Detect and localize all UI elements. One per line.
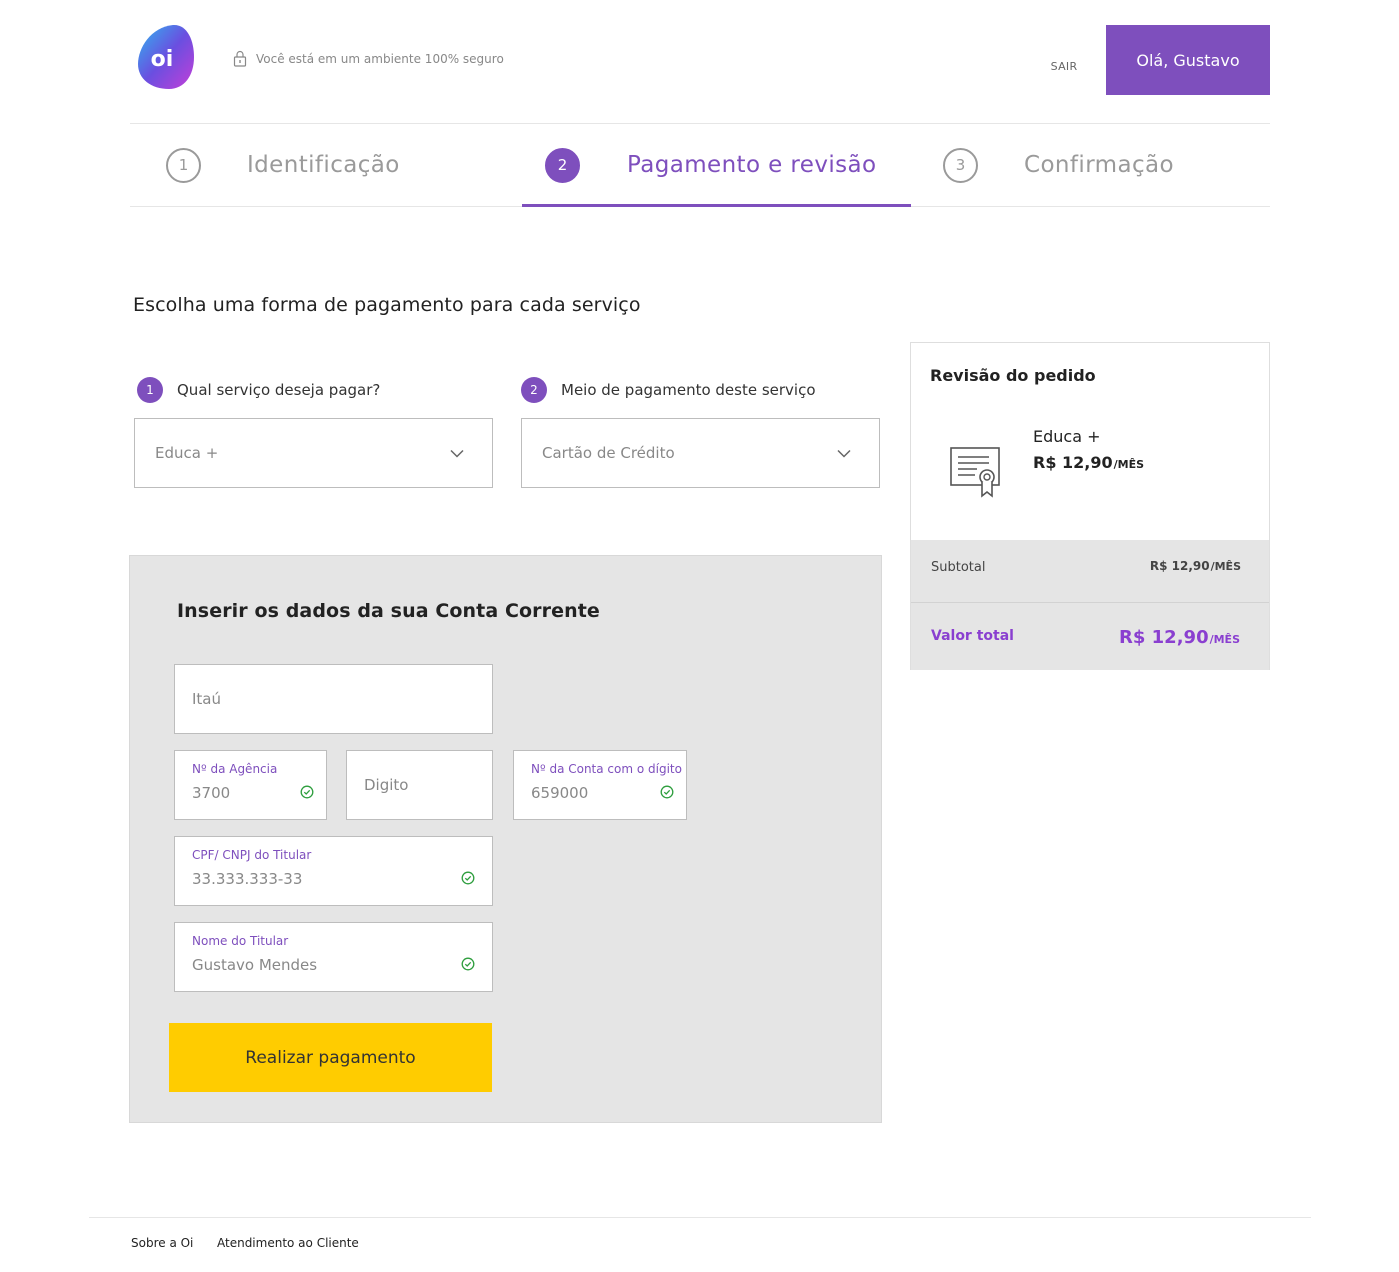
bank-account-title: Inserir os dados da sua Conta Corrente (177, 600, 600, 622)
step-label: Identificação (247, 152, 400, 178)
footer-link-support[interactable]: Atendimento ao Cliente (217, 1236, 359, 1250)
step-number: 3 (943, 147, 978, 183)
payment-method-value: Cartão de Crédito (542, 444, 675, 462)
submit-payment-button[interactable]: Realizar pagamento (169, 1023, 492, 1092)
order-review-title: Revisão do pedido (930, 366, 1096, 385)
digit-placeholder: Digito (364, 776, 409, 794)
logout-link[interactable]: SAIR (1040, 60, 1088, 73)
step-payment-review[interactable]: 2 Pagamento e revisão (545, 124, 876, 206)
cpf-cnpj-value: 33.333.333-33 (192, 870, 303, 888)
service-field-label: Qual serviço deseja pagar? (177, 381, 381, 399)
certificate-icon (949, 445, 1003, 503)
service-select-value: Educa + (155, 444, 219, 462)
total-amount: R$ 12,90 (1119, 627, 1209, 648)
cpf-cnpj-label: CPF/ CNPJ do Titular (192, 848, 312, 862)
service-step-badge: 1 (137, 377, 163, 403)
chevron-down-icon (837, 444, 851, 462)
check-circle-icon (461, 870, 475, 889)
step-number: 2 (545, 147, 580, 183)
check-circle-icon (300, 784, 314, 803)
footer-divider (89, 1217, 1311, 1218)
agency-input[interactable]: Nº da Agência 3700 (174, 750, 327, 820)
account-number-value: 659000 (531, 784, 589, 802)
check-circle-icon (660, 784, 674, 803)
review-product-price: R$ 12,90/MÊS (1033, 453, 1144, 472)
review-product-name: Educa + (1033, 427, 1101, 446)
account-number-label: Nº da Conta com o dígito (531, 762, 682, 776)
user-greeting-button[interactable]: Olá, Gustavo (1106, 25, 1270, 95)
price-suffix: /MÊS (1113, 458, 1145, 471)
product-price-value: R$ 12,90 (1033, 453, 1113, 472)
service-select[interactable]: Educa + (134, 418, 493, 488)
bank-placeholder: Itaú (192, 690, 222, 708)
secure-text: Você está em um ambiente 100% seguro (256, 51, 504, 66)
step-label: Confirmação (1024, 152, 1174, 178)
step-label: Pagamento e revisão (627, 152, 877, 178)
chevron-down-icon (450, 444, 464, 462)
holder-name-value: Gustavo Mendes (192, 956, 318, 974)
digit-input[interactable]: Digito (346, 750, 493, 820)
agency-label: Nº da Agência (192, 762, 278, 776)
step-number: 1 (166, 147, 201, 183)
subtotal-amount: R$ 12,90 (1149, 559, 1210, 573)
bank-input[interactable]: Itaú (174, 664, 493, 734)
logo-text: oi (151, 47, 174, 72)
subtotal-label: Subtotal (931, 560, 986, 575)
lock-icon (233, 50, 247, 67)
footer-link-about[interactable]: Sobre a Oi (131, 1236, 193, 1250)
check-circle-icon (461, 956, 475, 975)
active-step-indicator (522, 204, 911, 207)
holder-name-input[interactable]: Nome do Titular Gustavo Mendes (174, 922, 493, 992)
service-field-heading: 1 Qual serviço deseja pagar? (137, 377, 380, 403)
method-step-badge: 2 (521, 377, 547, 403)
price-suffix: /MÊS (1210, 560, 1241, 573)
total-label: Valor total (931, 628, 1014, 644)
subtotal-value: R$ 12,90/MÊS (1150, 559, 1241, 573)
cpf-cnpj-input[interactable]: CPF/ CNPJ do Titular 33.333.333-33 (174, 836, 493, 906)
holder-name-label: Nome do Titular (192, 934, 289, 948)
price-suffix: /MÊS (1209, 633, 1240, 646)
method-field-heading: 2 Meio de pagamento deste serviço (521, 377, 816, 403)
oi-logo[interactable]: oi (137, 24, 195, 90)
step-confirmation[interactable]: 3 Confirmação (943, 124, 1174, 206)
method-field-label: Meio de pagamento deste serviço (561, 381, 816, 399)
agency-value: 3700 (192, 784, 231, 802)
payment-method-select[interactable]: Cartão de Crédito (521, 418, 880, 488)
account-number-input[interactable]: Nº da Conta com o dígito 659000 (513, 750, 687, 820)
secure-notice: Você está em um ambiente 100% seguro (233, 50, 504, 67)
total-value: R$ 12,90/MÊS (1119, 627, 1240, 648)
step-identification[interactable]: 1 Identificação (166, 124, 400, 206)
page-title: Escolha uma forma de pagamento para cada… (133, 294, 641, 316)
